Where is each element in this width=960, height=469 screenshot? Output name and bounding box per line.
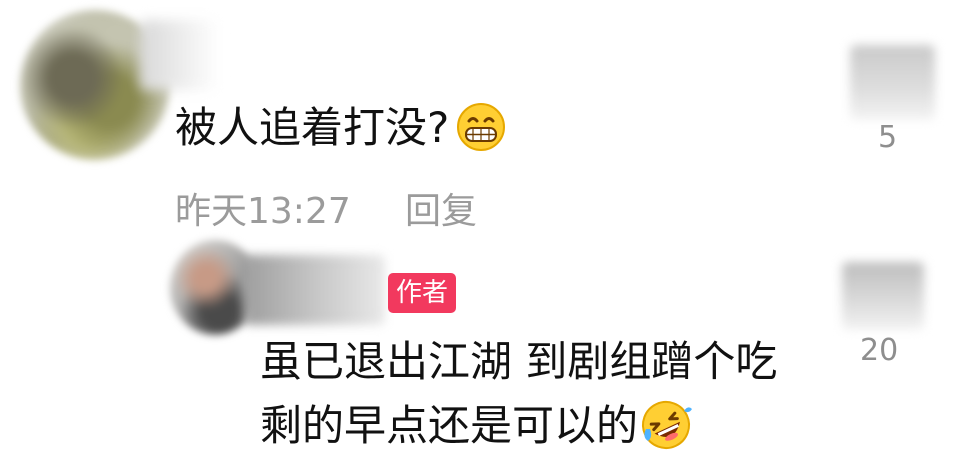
like-icon[interactable] bbox=[842, 262, 924, 330]
reply-body: 剩的早点还是可以的 bbox=[260, 401, 639, 450]
comment-body: 被人追着打没? bbox=[175, 103, 450, 152]
comment-timestamp: 昨天13:27 bbox=[175, 191, 351, 232]
reply-button[interactable]: 回复 bbox=[405, 182, 477, 234]
rofl-emoji-icon bbox=[642, 400, 693, 449]
reply-text-line: 剩的早点还是可以的 bbox=[260, 400, 693, 455]
username-blurred[interactable] bbox=[140, 20, 220, 90]
reply-text-line: 虽已退出江湖 到剧组蹭个吃 bbox=[260, 337, 778, 386]
comment-text: 被人追着打没? bbox=[175, 102, 507, 157]
like-count: 5 bbox=[878, 120, 898, 155]
author-badge: 作者 bbox=[388, 273, 457, 313]
like-count: 20 bbox=[860, 333, 899, 368]
like-icon[interactable] bbox=[850, 45, 935, 120]
grin-emoji-icon bbox=[457, 102, 506, 151]
username-blurred[interactable] bbox=[245, 255, 385, 325]
